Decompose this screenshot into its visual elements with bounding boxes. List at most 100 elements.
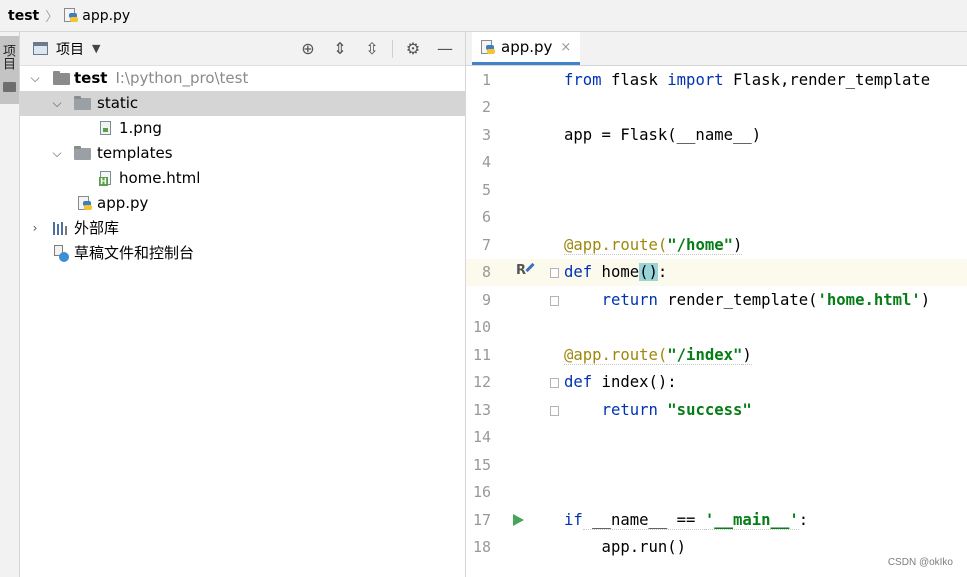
- tree-item-label: app.py: [97, 194, 149, 212]
- fold-icon[interactable]: [550, 296, 559, 306]
- code-line: 13 return "success": [466, 397, 967, 424]
- project-panel-toolbar: ⊕ ⇕ ⇳ ⚙ —: [294, 39, 459, 59]
- line-number: 3: [481, 126, 491, 144]
- editor-tab-app-py[interactable]: app.py ×: [472, 32, 580, 65]
- line-number: 16: [472, 483, 491, 501]
- code-line: 4: [466, 149, 967, 176]
- tree-item-label: static: [97, 94, 139, 112]
- fold-icon[interactable]: [550, 406, 559, 416]
- code-line: 3 app = Flask(__name__): [466, 122, 967, 149]
- code-text: return "success": [601, 401, 752, 419]
- code-line: 6: [466, 204, 967, 231]
- tree-item-templates[interactable]: ⌵ templates: [20, 141, 465, 166]
- hide-icon[interactable]: —: [431, 39, 459, 59]
- tree-item-external-libraries[interactable]: › 外部库: [20, 216, 465, 241]
- editor: app.py × 1 from flask import Flask,rende…: [466, 32, 967, 577]
- tree-item-label: templates: [97, 144, 173, 162]
- code-line: 12 def index():: [466, 369, 967, 396]
- code-text: @app.route("/index"): [564, 346, 752, 365]
- project-window-icon: [33, 42, 48, 55]
- breadcrumb-project[interactable]: test: [8, 8, 39, 24]
- tree-item-test[interactable]: ⌵ test I:\python_pro\test: [20, 66, 465, 91]
- python-file-icon: [64, 8, 79, 23]
- code-line: 2: [466, 94, 967, 121]
- tree-item-label: home.html: [119, 169, 201, 187]
- folder-icon: [53, 71, 70, 85]
- line-number: 13: [472, 401, 491, 419]
- editor-tab-label: app.py: [501, 38, 553, 56]
- fold-icon[interactable]: [550, 268, 559, 278]
- line-number: 6: [481, 208, 491, 226]
- expand-all-icon[interactable]: ⇕: [326, 39, 354, 59]
- chevron-down-icon[interactable]: ⌵: [29, 66, 41, 91]
- line-number: 5: [481, 181, 491, 199]
- project-view-selector[interactable]: 项目: [56, 39, 84, 59]
- code-line: 16: [466, 479, 967, 506]
- code-text: from flask import Flask,render_template: [564, 71, 931, 89]
- chevron-down-icon[interactable]: ⌵: [51, 141, 63, 166]
- navigation-bar: test 〉 app.py: [0, 0, 967, 32]
- tree-item-1-png[interactable]: 1.png: [20, 116, 465, 141]
- collapse-all-icon[interactable]: ⇳: [358, 39, 386, 59]
- code-line: 10: [466, 314, 967, 341]
- tree-item-home-html[interactable]: home.html: [20, 166, 465, 191]
- scratches-icon: [54, 245, 69, 262]
- chevron-right-icon[interactable]: ›: [29, 216, 41, 241]
- code-line: 14: [466, 424, 967, 451]
- project-panel-header: 项目 ▼ ⊕ ⇕ ⇳ ⚙ —: [20, 32, 465, 66]
- python-file-icon: [78, 196, 92, 211]
- code-line: 9 return render_template('home.html'): [466, 287, 967, 314]
- code-text: app = Flask(__name__): [564, 126, 762, 144]
- folder-icon: [3, 82, 16, 92]
- code-line: 15: [466, 452, 967, 479]
- code-text: def home():: [564, 263, 668, 281]
- line-number: 15: [472, 456, 491, 474]
- line-number: 14: [472, 428, 491, 446]
- line-number: 18: [472, 538, 491, 556]
- chevron-down-icon[interactable]: ▼: [92, 42, 100, 55]
- folder-icon: [74, 146, 91, 160]
- tree-item-static[interactable]: ⌵ static: [20, 91, 465, 116]
- line-number: 2: [481, 98, 491, 116]
- code-line: 1 from flask import Flask,render_templat…: [466, 67, 967, 94]
- line-number: 7: [481, 236, 491, 254]
- line-number: 11: [472, 346, 491, 364]
- toolbar-divider: [392, 40, 393, 58]
- code-line: 11 @app.route("/index"): [466, 342, 967, 369]
- code-text: @app.route("/home"): [564, 236, 743, 255]
- tree-item-scratches[interactable]: 草稿文件和控制台: [20, 241, 465, 266]
- line-number: 10: [472, 318, 491, 336]
- project-panel: 项目 ▼ ⊕ ⇕ ⇳ ⚙ — ⌵ test I:\python_pro\test …: [20, 32, 466, 577]
- overrides-icon[interactable]: R: [516, 262, 535, 278]
- gear-icon[interactable]: ⚙: [399, 39, 427, 59]
- fold-icon[interactable]: [550, 378, 559, 388]
- line-number: 8: [481, 263, 491, 281]
- line-number: 1: [481, 71, 491, 89]
- breadcrumb-file[interactable]: app.py: [82, 8, 130, 24]
- code-text: return render_template('home.html'): [601, 291, 931, 309]
- run-icon[interactable]: [513, 514, 524, 526]
- breadcrumb-separator: 〉: [45, 10, 59, 25]
- code-line: 5: [466, 177, 967, 204]
- image-file-icon: [100, 121, 111, 135]
- locate-icon[interactable]: ⊕: [294, 39, 322, 59]
- code-text: app.run(): [564, 538, 687, 556]
- python-file-icon: [481, 39, 495, 55]
- line-number: 4: [481, 153, 491, 171]
- project-tool-tab[interactable]: 项目: [0, 36, 19, 104]
- code-line-current: 8 R def home():: [466, 259, 967, 286]
- code-line: 17 if __name__ == '__main__':: [466, 507, 967, 534]
- tree-item-app-py[interactable]: app.py: [20, 191, 465, 216]
- watermark: CSDN @okIko: [887, 557, 953, 568]
- project-path: I:\python_pro\test: [115, 69, 249, 87]
- tree-item-label: test I:\python_pro\test: [74, 69, 249, 87]
- editor-tab-bar: app.py ×: [466, 32, 967, 66]
- library-icon: [53, 222, 70, 235]
- tree-item-label: 外部库: [74, 219, 120, 237]
- code-line: 7 @app.route("/home"): [466, 232, 967, 259]
- chevron-down-icon[interactable]: ⌵: [51, 91, 63, 116]
- line-number: 9: [481, 291, 491, 309]
- tree-item-label: 草稿文件和控制台: [74, 244, 195, 262]
- close-icon[interactable]: ×: [560, 40, 571, 55]
- code-text: def index():: [564, 373, 677, 391]
